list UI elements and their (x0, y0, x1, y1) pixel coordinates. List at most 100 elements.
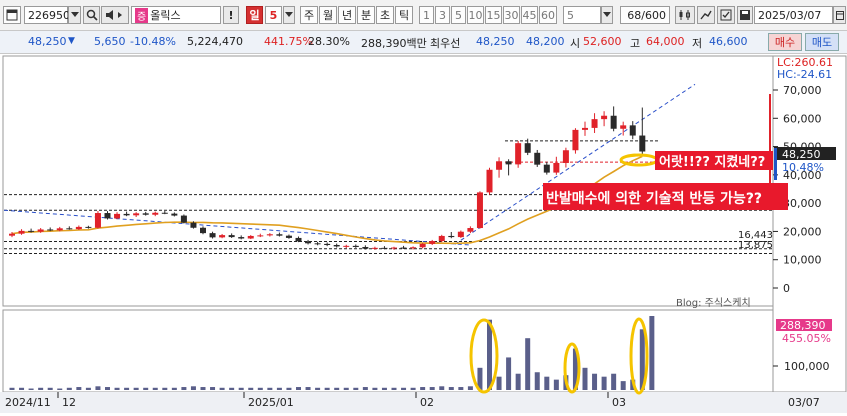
period-value-box[interactable]: 5 (265, 6, 282, 24)
stock-badge: 증 (135, 7, 149, 23)
candle-body (123, 213, 130, 216)
open-price: 52,600 (583, 35, 622, 48)
stock-name-field[interactable]: 증 올릭스 (131, 6, 221, 24)
candle-body (391, 247, 397, 249)
volume-bar (57, 388, 63, 390)
period-tick-tab[interactable]: 틱 (395, 6, 413, 24)
sell-button[interactable]: 매도 (805, 33, 839, 51)
current-pct-axis-label: 10.48% (782, 161, 824, 174)
volume-bar (487, 319, 492, 390)
period-minute-tab[interactable]: 분 (357, 6, 375, 24)
candle-body (238, 237, 245, 239)
volume-bar (601, 376, 607, 390)
candle-body (190, 222, 197, 228)
candle-body (601, 115, 608, 120)
candle-body (629, 125, 636, 136)
candle-body (114, 213, 121, 219)
candle-settings-icon (679, 10, 690, 20)
price-tick-label: 60,000 (783, 112, 822, 125)
volume-bar (401, 387, 407, 390)
volume-axis-value: 288,390 (780, 319, 826, 332)
checkbox-button[interactable] (717, 6, 735, 24)
volume-bar (267, 387, 273, 390)
volume-axis-pct: 455.05% (782, 332, 831, 345)
period-month-tab[interactable]: 월 (319, 6, 337, 24)
volume-bar (544, 376, 550, 390)
interval-dropdown-button[interactable] (601, 6, 613, 24)
volume-bar (66, 387, 72, 390)
save-button[interactable] (737, 6, 753, 24)
indicator-button[interactable] (675, 6, 695, 24)
minute-10-button[interactable]: 10 (467, 6, 484, 24)
candle-body (324, 243, 331, 246)
volume-ratio: 441.75% (264, 35, 313, 48)
volume-bar (200, 387, 206, 390)
x-label-current: 03/07 (788, 396, 820, 409)
period-dropdown-button[interactable] (283, 6, 295, 24)
period-week-tab[interactable]: 주 (300, 6, 318, 24)
stock-chart[interactable]: 70,00060,00050,00040,00030,00020,00010,0… (0, 54, 847, 413)
candle-body (591, 119, 598, 128)
trade-amount: 288,390백만 (361, 37, 427, 50)
x-label-nov: 2024/11 (5, 396, 51, 409)
volume-bar (458, 387, 464, 390)
compare-button[interactable] (697, 6, 715, 24)
minute-3-button[interactable]: 3 (435, 6, 450, 24)
candle-body (457, 231, 464, 238)
date-picker-button[interactable] (833, 6, 846, 24)
volume-bar (429, 387, 435, 390)
candle-body (343, 245, 350, 247)
candle-body (28, 230, 35, 232)
sound-button[interactable] (101, 6, 129, 24)
annotation-text-2: 반발매수에 의한 기술적 반등 가능?? (546, 190, 762, 207)
x-label-dec: 12 (62, 396, 76, 409)
volume-bar (47, 387, 53, 390)
date-field[interactable]: 2025/03/07 (754, 6, 833, 24)
candle-body (429, 241, 436, 244)
price-tick-label: 20,000 (783, 225, 822, 238)
volume-bar (9, 387, 15, 390)
period-second-tab[interactable]: 초 (376, 6, 394, 24)
price-tick-label: 10,000 (783, 254, 822, 267)
buy-button[interactable]: 매수 (768, 33, 802, 51)
price-tick-label: 30,000 (783, 197, 822, 210)
volume-bar (248, 387, 254, 390)
period-day-tab[interactable]: 일 (246, 6, 263, 24)
minute-1-button[interactable]: 1 (419, 6, 434, 24)
x-label-mar: 03 (612, 396, 626, 409)
interval-input[interactable]: 5 (563, 6, 601, 24)
minute-60-button[interactable]: 60 (539, 6, 557, 24)
candle-body (543, 164, 550, 173)
calendar-icon (835, 11, 844, 20)
current-price: 48,250 (28, 35, 67, 48)
period-year-tab[interactable]: 년 (338, 6, 356, 24)
window-menu-icon[interactable] (3, 6, 21, 24)
candle-body (620, 125, 627, 129)
bar-count-field[interactable]: 68/600 (620, 6, 670, 24)
turnover-rate: 28.30% (308, 35, 350, 48)
search-icon (86, 9, 98, 21)
x-label-jan: 2025/01 (248, 396, 294, 409)
candle-body (448, 235, 455, 238)
volume-bar (143, 387, 149, 390)
stock-code-input[interactable]: 226950 (24, 6, 70, 24)
candle-body (133, 213, 140, 216)
volume-bar (238, 387, 244, 390)
high-price: 64,000 (646, 35, 685, 48)
watermark-text: Blog: 주식스케치 (676, 297, 751, 309)
minute-30-button[interactable]: 30 (503, 6, 520, 24)
current-price-axis-label: 48,250 (782, 148, 821, 161)
volume-bar (611, 373, 617, 390)
alert-button[interactable]: ! (223, 6, 239, 24)
minute-5-button[interactable]: 5 (451, 6, 466, 24)
volume-axis-tick: 100,000 (784, 360, 830, 373)
minute-15-button[interactable]: 15 (485, 6, 502, 24)
minute-45-button[interactable]: 45 (521, 6, 538, 24)
chart-area[interactable]: 70,00060,00050,00040,00030,00020,00010,0… (0, 54, 847, 413)
high-label: 고 (630, 37, 641, 50)
search-button[interactable] (83, 6, 100, 24)
code-dropdown-button[interactable] (68, 6, 81, 24)
candle-body (47, 229, 54, 231)
candle-body (104, 213, 111, 219)
disk-icon (740, 10, 750, 20)
